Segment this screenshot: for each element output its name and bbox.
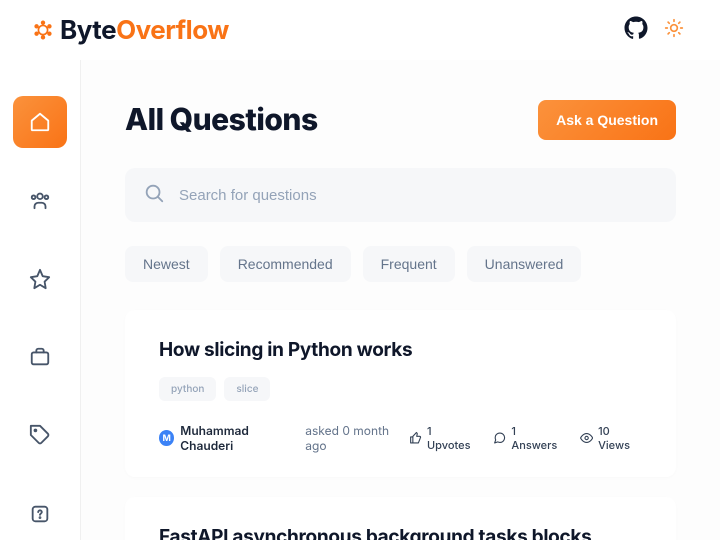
sidebar-item-home[interactable] [13,96,67,148]
stat-views[interactable]: 10 Views [580,424,642,452]
main-content: All Questions Ask a Question Newest Reco… [80,60,720,540]
sidebar-item-jobs[interactable] [13,331,67,383]
filter-unanswered[interactable]: Unanswered [467,246,582,282]
search-icon [143,182,165,208]
question-card[interactable]: FastAPI asynchronous background tasks bl… [125,497,676,540]
message-icon [493,431,506,445]
logo[interactable]: ByteOverflow [32,15,229,46]
question-stats: 1 Upvotes 1 Answers 10 Views [409,424,642,452]
thumbs-up-icon [409,431,422,445]
filter-frequent[interactable]: Frequent [363,246,455,282]
question-tags: python slice [159,377,642,401]
sidebar-item-tags[interactable] [13,409,67,461]
filters: Newest Recommended Frequent Unanswered [125,246,676,282]
page-title: All Questions [125,102,318,138]
logo-text: ByteOverflow [60,15,229,46]
ask-question-button[interactable]: Ask a Question [538,100,676,140]
logo-icon [32,19,54,41]
sidebar-item-community[interactable] [13,174,67,226]
theme-toggle-icon[interactable] [664,18,684,42]
sidebar-item-help[interactable] [13,488,67,540]
stat-upvotes[interactable]: 1 Upvotes [409,424,475,452]
filter-newest[interactable]: Newest [125,246,208,282]
question-title: How slicing in Python works [159,338,642,361]
search-bar[interactable] [125,168,676,222]
author-name: Muhammad Chauderi [180,423,299,453]
sidebar [0,60,80,540]
eye-icon [580,431,593,445]
tag[interactable]: slice [224,377,270,401]
tag[interactable]: python [159,377,216,401]
filter-recommended[interactable]: Recommended [220,246,351,282]
stat-answers[interactable]: 1 Answers [493,424,562,452]
asked-time: asked 0 month ago [305,423,409,453]
sidebar-item-collections[interactable] [13,253,67,305]
question-author[interactable]: M Muhammad Chauderi asked 0 month ago [159,423,409,453]
question-card[interactable]: How slicing in Python works python slice… [125,310,676,477]
search-input[interactable] [179,187,658,204]
avatar: M [159,430,174,446]
github-icon[interactable] [624,16,648,44]
question-title: FastAPI asynchronous background tasks bl… [159,525,642,540]
